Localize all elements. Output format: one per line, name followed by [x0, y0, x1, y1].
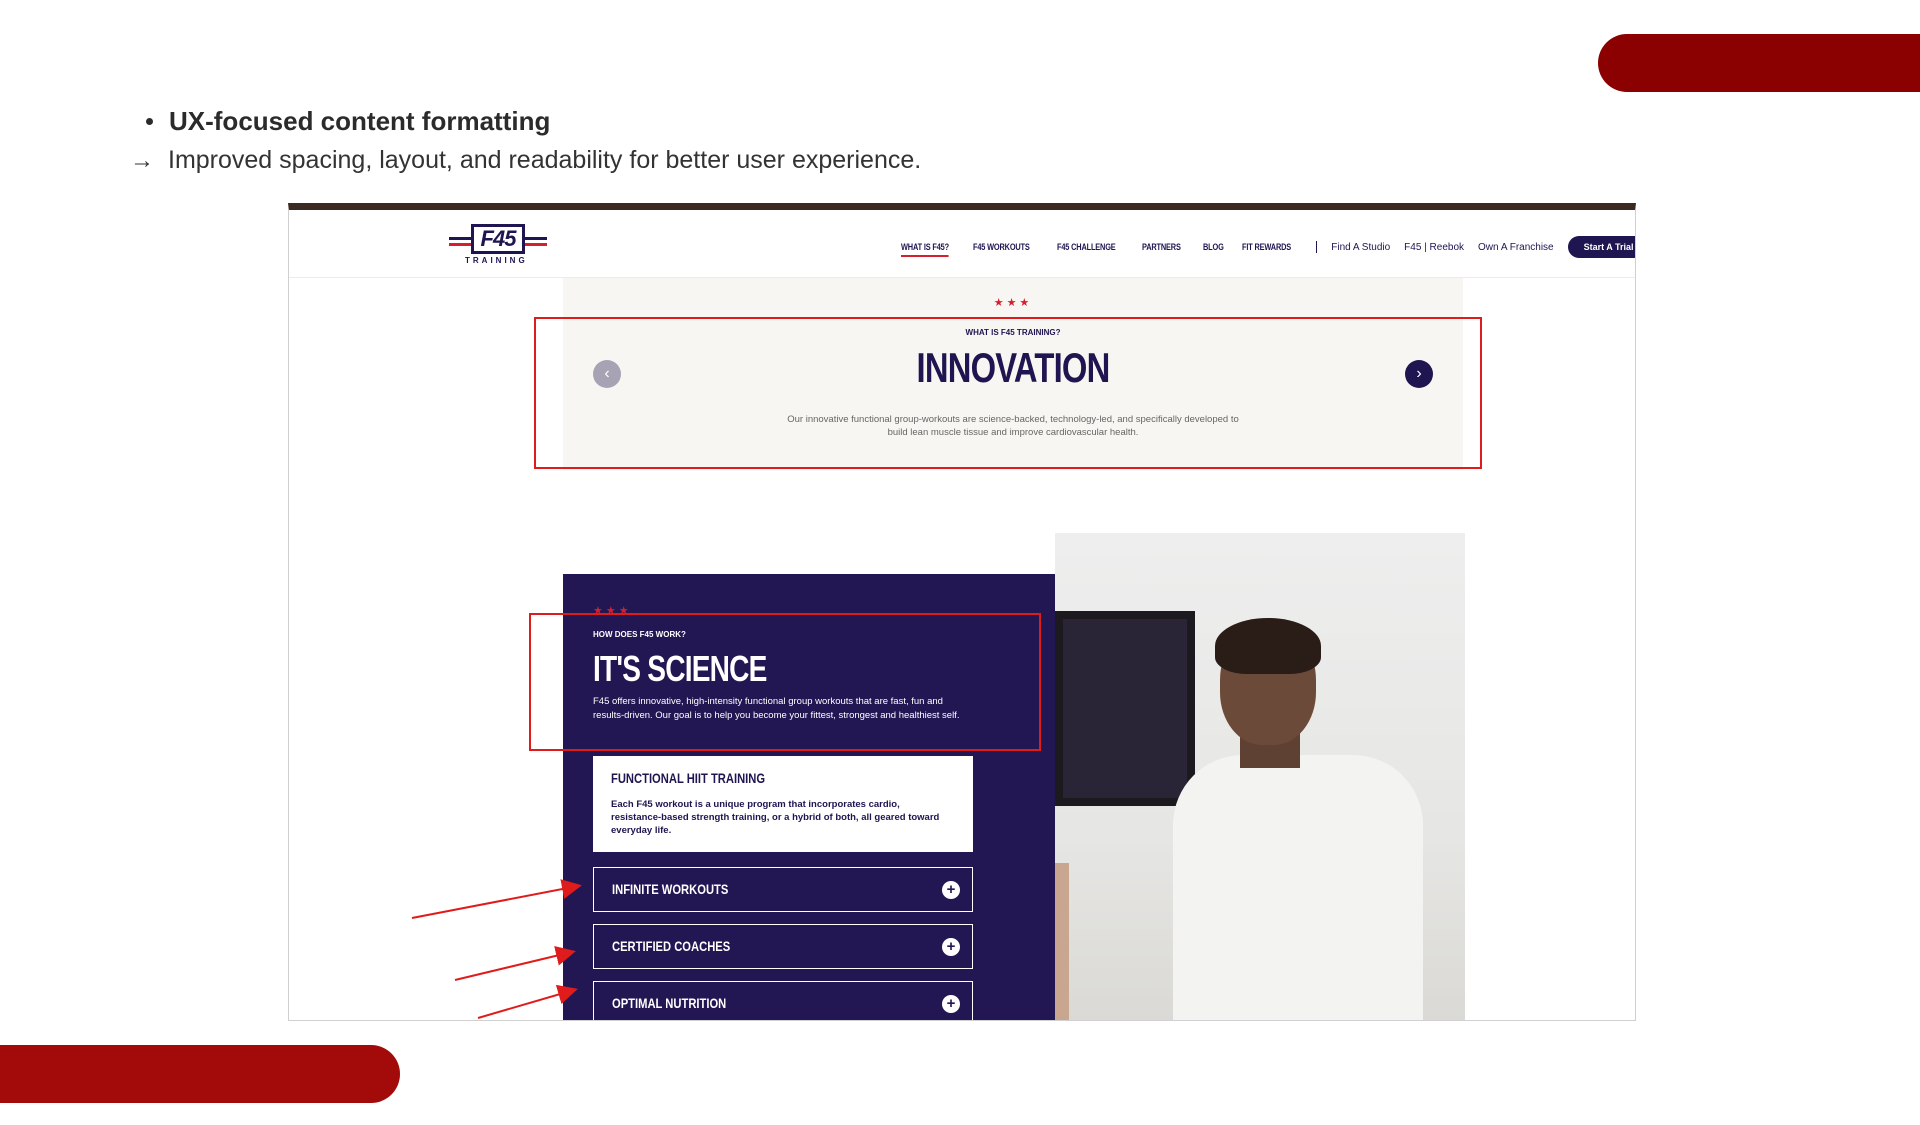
annotation-arrow-optimal-nutrition	[477, 984, 578, 1019]
annotation-arrows	[411, 879, 582, 1019]
annotation-arrow-infinite-workouts	[411, 879, 582, 919]
annotation-arrow-certified-coaches	[454, 945, 576, 981]
